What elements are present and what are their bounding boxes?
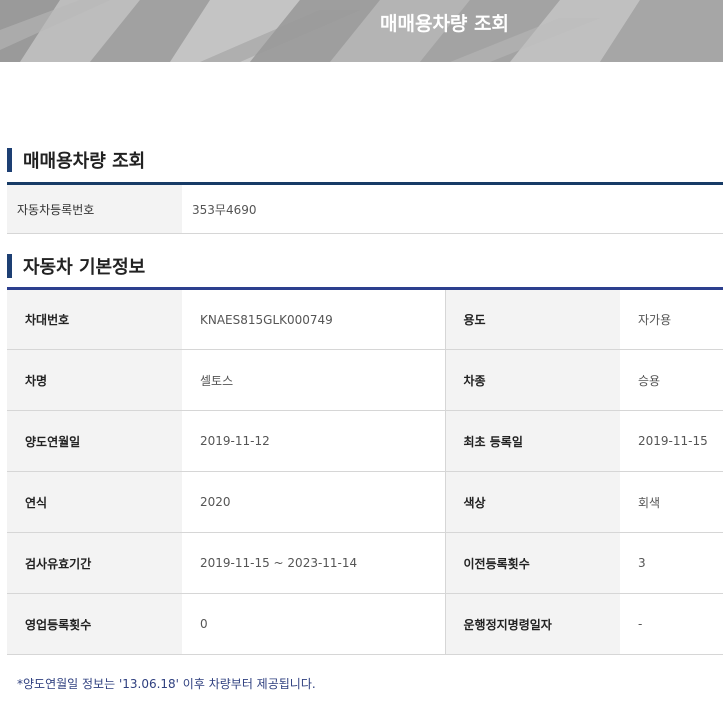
business-registration-count-label: 영업등록횟수 bbox=[7, 593, 182, 655]
section-marker bbox=[7, 254, 12, 278]
banner-title: 매매용차량 조회 bbox=[380, 13, 509, 35]
table-row: 차명 셀토스 차종 승용 bbox=[7, 349, 723, 411]
transfer-date-label: 양도연월일 bbox=[7, 410, 182, 472]
vehicle-type-label: 차종 bbox=[444, 349, 620, 411]
section-marker bbox=[7, 148, 12, 172]
color-value: 회색 bbox=[620, 471, 723, 533]
transfer-count-label: 이전등록횟수 bbox=[444, 532, 620, 594]
table-row: 차대번호 KNAES815GLK000749 용도 자가용 bbox=[7, 288, 723, 350]
table-row: 양도연월일 2019-11-12 최초 등록일 2019-11-15 bbox=[7, 410, 723, 472]
vin-value: KNAES815GLK000749 bbox=[182, 288, 445, 350]
first-registration-value: 2019-11-15 bbox=[620, 410, 723, 472]
transfer-date-value: 2019-11-12 bbox=[182, 410, 445, 472]
query-section-header: 매매용차량 조회 bbox=[7, 147, 145, 173]
model-name-value: 셀토스 bbox=[182, 349, 445, 411]
table-row: 연식 2020 색상 회색 bbox=[7, 471, 723, 533]
query-table: 자동차등록번호 353무4690 bbox=[7, 182, 723, 234]
table-row: 자동차등록번호 353무4690 bbox=[7, 183, 723, 234]
registration-number-label: 자동차등록번호 bbox=[7, 183, 182, 234]
business-registration-count-value: 0 bbox=[182, 593, 445, 655]
footnote: *양도연월일 정보는 '13.06.18' 이후 차량부터 제공됩니다. bbox=[17, 677, 316, 691]
table-row: 검사유효기간 2019-11-15 ~ 2023-11-14 이전등록횟수 3 bbox=[7, 532, 723, 594]
query-section-title: 매매용차량 조회 bbox=[23, 151, 146, 172]
page-banner: 매매용차량 조회 bbox=[0, 0, 723, 62]
color-label: 색상 bbox=[444, 471, 620, 533]
usage-label: 용도 bbox=[444, 288, 620, 350]
model-year-value: 2020 bbox=[182, 471, 445, 533]
banner-background-pattern bbox=[0, 0, 723, 62]
suspension-order-date-value: - bbox=[620, 593, 723, 655]
inspection-period-label: 검사유효기간 bbox=[7, 532, 182, 594]
vehicle-type-value: 승용 bbox=[620, 349, 723, 411]
transfer-count-value: 3 bbox=[620, 532, 723, 594]
table-row: 영업등록횟수 0 운행정지명령일자 - bbox=[7, 593, 723, 655]
model-year-label: 연식 bbox=[7, 471, 182, 533]
model-name-label: 차명 bbox=[7, 349, 182, 411]
info-section-title: 자동차 기본정보 bbox=[23, 257, 146, 278]
inspection-period-value: 2019-11-15 ~ 2023-11-14 bbox=[182, 532, 445, 594]
vin-label: 차대번호 bbox=[7, 288, 182, 350]
info-section-header: 자동차 기본정보 bbox=[7, 253, 145, 279]
registration-number-value: 353무4690 bbox=[182, 183, 723, 234]
suspension-order-date-label: 운행정지명령일자 bbox=[444, 593, 620, 655]
first-registration-label: 최초 등록일 bbox=[444, 410, 620, 472]
vehicle-info-table: 차대번호 KNAES815GLK000749 용도 자가용 차명 셀토스 차종 … bbox=[7, 287, 723, 655]
usage-value: 자가용 bbox=[620, 288, 723, 350]
